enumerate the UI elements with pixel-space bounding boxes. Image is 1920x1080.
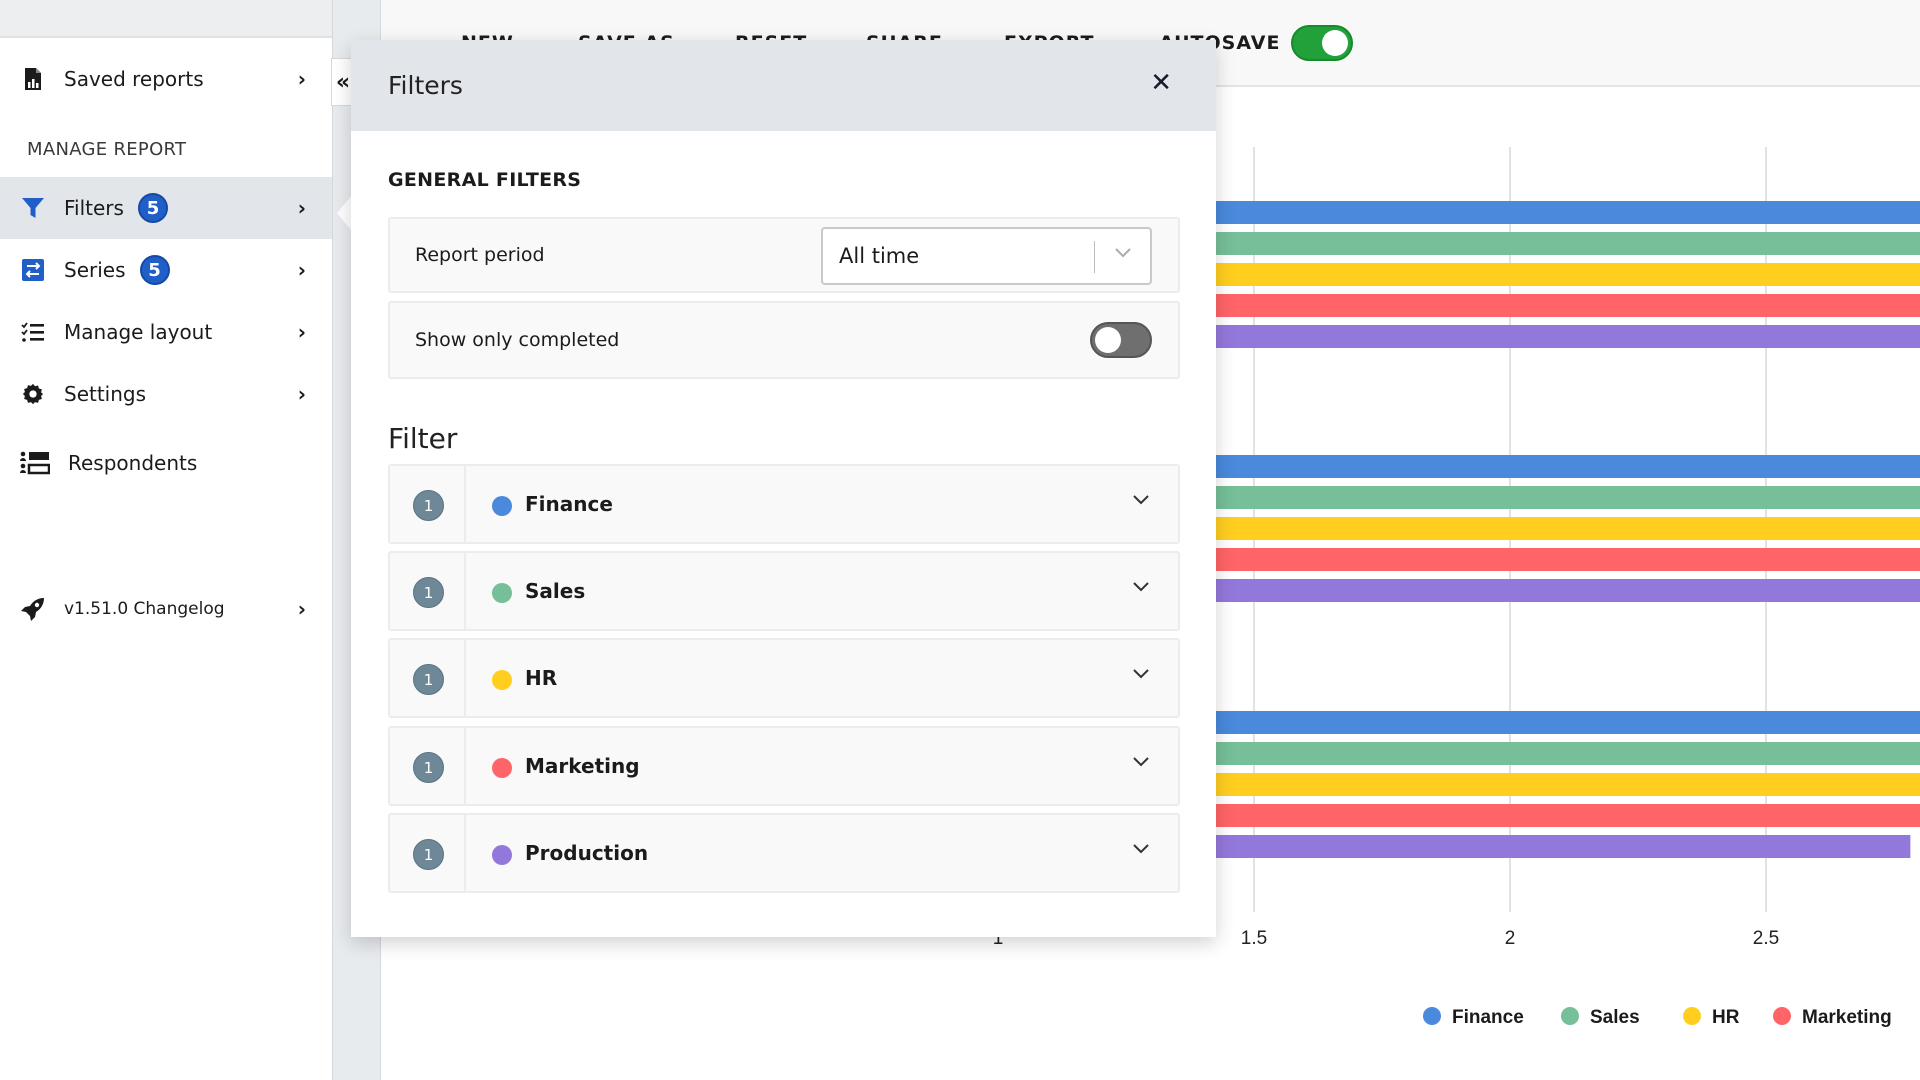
series-color-dot xyxy=(492,496,512,516)
x-tick-label: 1.5 xyxy=(1241,928,1267,949)
legend-dot-finance xyxy=(1423,1007,1441,1025)
report-period-value: All time xyxy=(839,244,920,268)
series-color-dot xyxy=(492,758,512,778)
general-filters-heading: GENERAL FILTERS xyxy=(388,169,582,191)
chevron-right-icon: › xyxy=(297,196,306,220)
filter-count-badge: 1 xyxy=(413,664,444,695)
chevron-down-icon xyxy=(1114,243,1132,264)
x-tick-label: 2.5 xyxy=(1753,928,1779,949)
series-count-badge: 5 xyxy=(139,255,170,285)
chevron-down-icon[interactable] xyxy=(1132,577,1150,598)
filter-icon xyxy=(20,195,46,221)
filter-count-badge: 1 xyxy=(413,490,444,521)
close-icon[interactable]: ✕ xyxy=(1150,68,1172,98)
respondents-icon xyxy=(20,450,50,476)
sidebar-item-settings[interactable]: Settings › xyxy=(0,363,332,425)
show-completed-label: Show only completed xyxy=(415,329,620,351)
sidebar-item-label: Series xyxy=(64,258,126,282)
sidebar-item-manage-layout[interactable]: Manage layout › xyxy=(0,301,332,363)
legend-label-hr[interactable]: HR xyxy=(1712,1007,1740,1028)
series-color-dot xyxy=(492,583,512,603)
report-period-card: Report period All time xyxy=(388,217,1180,293)
sidebar-item-respondents[interactable]: Respondents xyxy=(0,432,332,494)
sidebar-item-saved-reports[interactable]: Saved reports › xyxy=(0,48,332,110)
filter-row-production[interactable]: 1 Production xyxy=(388,813,1180,893)
toggle-knob xyxy=(1095,327,1121,353)
sidebar-top-strip xyxy=(0,0,332,38)
chevron-down-icon[interactable] xyxy=(1132,839,1150,860)
report-period-label: Report period xyxy=(415,244,545,266)
x-tick-label: 2 xyxy=(1505,928,1516,949)
sidebar-item-label: Manage layout xyxy=(64,320,213,344)
filter-name: Marketing xyxy=(525,754,640,778)
changelog-link: v1.51.0 Changelog xyxy=(64,599,225,619)
count-column: 1 xyxy=(390,815,466,891)
chevron-down-icon[interactable] xyxy=(1132,752,1150,773)
chevron-right-icon: › xyxy=(297,258,306,282)
sidebar-item-series[interactable]: Series 5 › xyxy=(0,239,332,301)
legend-dot-sales xyxy=(1561,1007,1579,1025)
legend-dot-marketing xyxy=(1773,1007,1791,1025)
sidebar-item-label: Settings xyxy=(64,382,147,406)
toggle-knob xyxy=(1322,30,1348,56)
sidebar-item-label: Respondents xyxy=(68,451,198,475)
filter-row-finance[interactable]: 1 Finance xyxy=(388,464,1180,544)
show-completed-toggle[interactable] xyxy=(1090,322,1152,358)
filter-name: Sales xyxy=(525,579,586,603)
sidebar-item-label: Saved reports xyxy=(64,67,204,91)
filter-name: HR xyxy=(525,666,558,690)
report-file-icon xyxy=(20,66,46,92)
gear-icon xyxy=(20,381,46,407)
sidebar: Saved reports › MANAGE REPORT Filters 5 … xyxy=(0,0,332,1080)
filter-row-hr[interactable]: 1 HR xyxy=(388,638,1180,718)
filters-panel-header: Filters ✕ xyxy=(351,40,1216,131)
panel-pointer xyxy=(337,195,352,231)
legend-label-sales[interactable]: Sales xyxy=(1590,1007,1640,1028)
filters-panel-title: Filters xyxy=(388,71,463,100)
series-icon xyxy=(20,257,46,283)
filter-name: Finance xyxy=(525,492,613,516)
filters-count-badge: 5 xyxy=(137,193,168,223)
show-completed-card: Show only completed xyxy=(388,301,1180,379)
chevron-down-icon[interactable] xyxy=(1132,490,1150,511)
legend-dot-hr xyxy=(1683,1007,1701,1025)
filter-count-badge: 1 xyxy=(413,752,444,783)
autosave-toggle[interactable] xyxy=(1291,25,1353,61)
filter-row-sales[interactable]: 1 Sales xyxy=(388,551,1180,631)
count-column: 1 xyxy=(390,640,466,716)
chevron-right-icon: › xyxy=(297,597,306,621)
filter-heading: Filter xyxy=(388,422,458,455)
checklist-icon xyxy=(20,319,46,345)
sidebar-item-changelog[interactable]: v1.51.0 Changelog › xyxy=(0,578,332,640)
section-label-manage-report: MANAGE REPORT xyxy=(27,139,187,160)
series-color-dot xyxy=(492,670,512,690)
count-column: 1 xyxy=(390,553,466,629)
chevron-down-icon[interactable] xyxy=(1132,664,1150,685)
series-color-dot xyxy=(492,845,512,865)
chevron-right-icon: › xyxy=(297,320,306,344)
count-column: 1 xyxy=(390,466,466,542)
chevron-right-icon: › xyxy=(297,67,306,91)
filter-row-marketing[interactable]: 1 Marketing xyxy=(388,726,1180,806)
legend-label-marketing[interactable]: Marketing xyxy=(1802,1007,1892,1028)
count-column: 1 xyxy=(390,728,466,804)
sidebar-item-label: Filters xyxy=(64,196,124,220)
select-separator xyxy=(1094,241,1095,273)
report-period-select[interactable]: All time xyxy=(821,227,1152,285)
filter-count-badge: 1 xyxy=(413,577,444,608)
chevron-right-icon: › xyxy=(297,382,306,406)
filter-name: Production xyxy=(525,841,649,865)
filters-panel: Filters ✕ GENERAL FILTERS Report period … xyxy=(351,40,1216,937)
rocket-icon xyxy=(20,596,46,622)
filter-count-badge: 1 xyxy=(413,839,444,870)
legend-label-finance[interactable]: Finance xyxy=(1452,1007,1524,1028)
sidebar-item-filters[interactable]: Filters 5 › xyxy=(0,177,332,239)
